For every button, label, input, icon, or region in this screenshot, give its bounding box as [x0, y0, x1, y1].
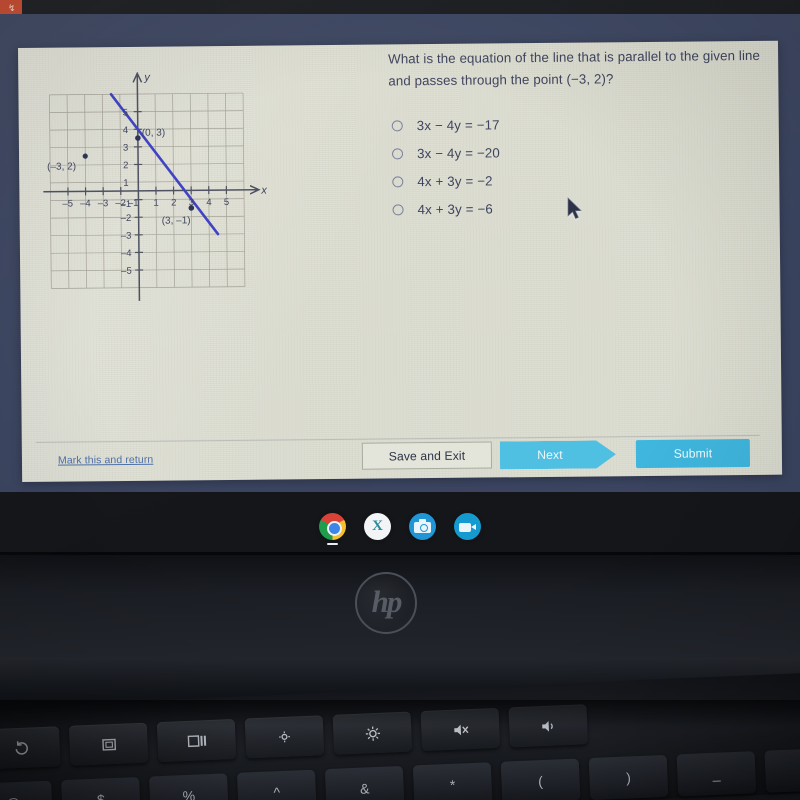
brightness-down-key[interactable] — [244, 715, 325, 759]
option-label-c: 4x + 3y = −2 — [417, 173, 493, 189]
quiz-content-sheet: y x –5 –4 –3 –2 –1 1 2 3 4 5 5 4 3 2 1 –… — [18, 40, 783, 482]
option-label-b: 3x − 4y = −20 — [416, 144, 501, 161]
svg-text:2: 2 — [123, 160, 128, 171]
video-body-glyph — [459, 522, 471, 532]
svg-text:–3: –3 — [98, 198, 109, 209]
coordinate-graph: y x –5 –4 –3 –2 –1 1 2 3 4 5 5 4 3 2 1 –… — [34, 58, 268, 308]
option-row-c[interactable]: 4x + 3y = −2 — [389, 164, 761, 196]
option-row-b[interactable]: 3x − 4y = −20 — [389, 136, 761, 168]
svg-text:–3: –3 — [121, 231, 132, 242]
hp-logo-text: hp — [371, 583, 403, 619]
caret-key[interactable]: ^ — [236, 769, 317, 800]
radio-button-c[interactable] — [392, 175, 404, 187]
radio-button-a[interactable] — [391, 119, 403, 131]
camera-icon[interactable] — [409, 512, 436, 540]
svg-text:1: 1 — [153, 198, 158, 209]
reload-icon — [14, 740, 28, 755]
dollar-key[interactable]: $ — [61, 776, 141, 800]
svg-text:–4: –4 — [80, 198, 91, 209]
svg-text:(3, –1): (3, –1) — [162, 215, 191, 226]
video-camera-icon[interactable] — [454, 512, 481, 540]
x-app-icon[interactable]: X — [364, 512, 391, 540]
window-overview-icon — [187, 734, 206, 747]
underscore-key[interactable]: _ — [676, 751, 757, 797]
svg-text:–1: –1 — [120, 199, 131, 210]
svg-text:3: 3 — [123, 143, 128, 154]
radio-button-d[interactable] — [392, 203, 404, 215]
brightness-up-icon — [365, 726, 380, 741]
mark-this-and-return-link[interactable]: Mark this and return — [58, 454, 153, 467]
svg-text:–4: –4 — [121, 248, 132, 259]
option-label-a: 3x − 4y = −17 — [416, 116, 500, 133]
svg-text:4: 4 — [206, 197, 211, 208]
svg-text:3: 3 — [189, 197, 194, 208]
hp-logo: hp — [355, 572, 417, 634]
option-row-a[interactable]: 3x − 4y = −17 — [389, 108, 761, 140]
paren-open-key[interactable]: ( — [500, 758, 581, 800]
at-key[interactable]: @ — [0, 780, 53, 800]
radio-button-b[interactable] — [391, 147, 404, 159]
next-button[interactable]: Next — [500, 440, 616, 469]
svg-text:–2: –2 — [121, 213, 132, 224]
svg-text:5: 5 — [123, 107, 128, 118]
plus-key[interactable]: + — [764, 747, 800, 793]
svg-text:1: 1 — [123, 178, 128, 189]
option-label-d: 4x + 3y = −6 — [417, 201, 493, 217]
svg-text:4: 4 — [123, 125, 128, 136]
volume-icon — [541, 720, 553, 732]
asterisk-key[interactable]: * — [412, 762, 493, 800]
chrome-active-indicator — [327, 542, 338, 545]
camera-body-glyph — [414, 519, 431, 533]
chrome-icon[interactable] — [319, 512, 346, 545]
svg-text:–5: –5 — [121, 266, 132, 277]
volume-down-key[interactable] — [508, 704, 589, 748]
chromebook-display: y x –5 –4 –3 –2 –1 1 2 3 4 5 5 4 3 2 1 –… — [0, 14, 800, 492]
svg-text:–5: –5 — [62, 198, 73, 209]
fullscreen-key[interactable] — [68, 722, 149, 766]
submit-button[interactable]: Submit — [635, 438, 751, 469]
svg-text:(–3, 2): (–3, 2) — [47, 161, 76, 172]
svg-text:y: y — [143, 72, 151, 84]
percent-key[interactable]: % — [149, 773, 229, 800]
mouse-cursor — [567, 197, 582, 220]
mute-icon — [453, 724, 468, 735]
svg-text:2: 2 — [171, 197, 176, 208]
svg-text:5: 5 — [224, 197, 229, 208]
svg-text:(0, 3): (0, 3) — [142, 128, 165, 139]
fullscreen-icon — [101, 738, 116, 751]
notification-glyph: ↯ — [8, 3, 16, 13]
paren-close-key[interactable]: ) — [588, 754, 669, 800]
ampersand-key[interactable]: & — [324, 765, 405, 800]
brightness-up-key[interactable] — [332, 711, 413, 755]
overview-key[interactable] — [156, 718, 237, 763]
brightness-down-icon — [279, 731, 290, 743]
save-and-exit-button[interactable]: Save and Exit — [361, 441, 493, 470]
video-lens-glyph — [471, 523, 476, 530]
chromeos-shelf: X — [0, 498, 800, 554]
x-app-glyph: X — [372, 517, 383, 534]
photo-scene: ↯ y x –5 –4 –3 –2 –1 1 2 3 4 5 5 4 3 2 1… — [0, 0, 800, 800]
svg-text:x: x — [260, 185, 267, 197]
mute-key[interactable] — [420, 707, 501, 752]
question-text: What is the equation of the line that is… — [388, 47, 761, 88]
reload-key[interactable] — [0, 726, 61, 770]
